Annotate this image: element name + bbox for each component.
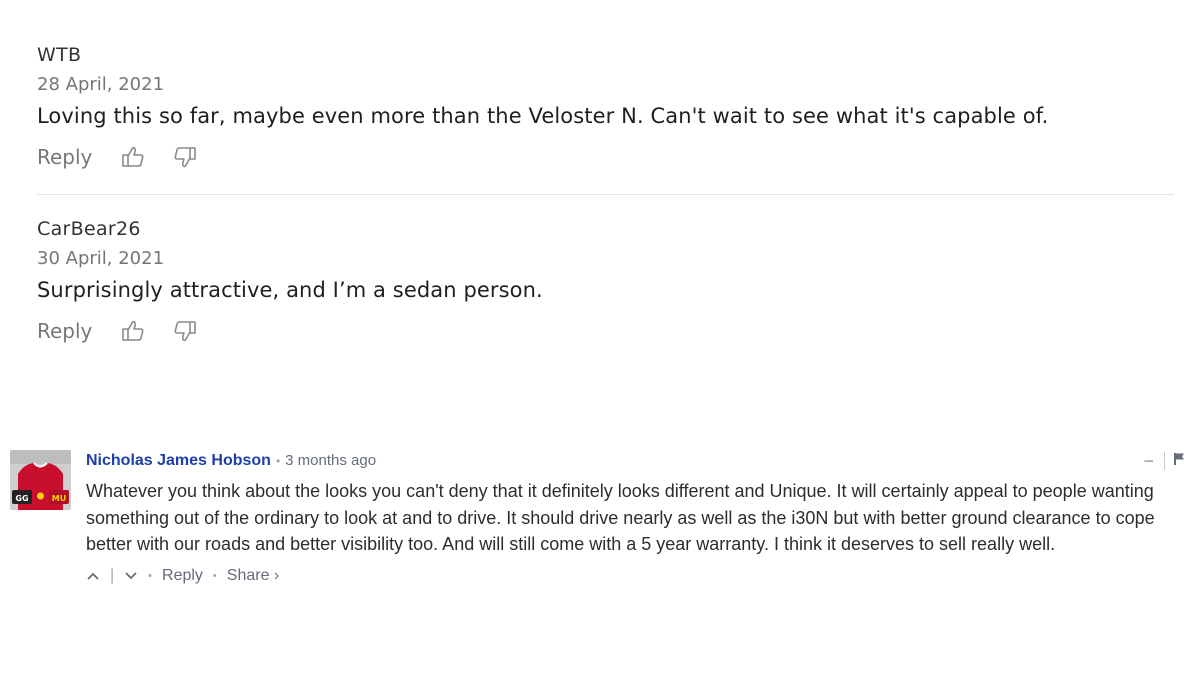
comment-divider (37, 194, 1174, 195)
comment-controls: − (1143, 450, 1185, 472)
collapse-button[interactable]: − (1143, 451, 1154, 472)
comment-content: Nicholas James Hobson • 3 months ago Wha… (86, 450, 1185, 585)
comment: WTB 28 April, 2021 Loving this so far, m… (37, 44, 1174, 172)
comment-author-link[interactable]: Nicholas James Hobson (86, 450, 271, 472)
share-link[interactable]: Share › (227, 567, 279, 585)
comment-actions: Reply (37, 142, 1174, 172)
comment-actions: Reply (37, 316, 1174, 346)
avatar[interactable]: GG MU (10, 450, 71, 510)
flag-icon[interactable] (1173, 452, 1185, 471)
reply-button[interactable]: Reply (37, 319, 92, 343)
footer-separator: • (212, 569, 217, 582)
comment-author: CarBear26 (37, 218, 141, 240)
controls-divider (1164, 452, 1165, 470)
comment-date: 28 April, 2021 (37, 74, 165, 95)
thumbs-down-icon[interactable] (172, 318, 198, 344)
comment-text: Loving this so far, maybe even more than… (37, 104, 1049, 128)
thumbs-up-icon[interactable] (120, 144, 146, 170)
reply-button[interactable]: Reply (37, 145, 92, 169)
avatar-text-left: GG (15, 494, 28, 503)
comment: CarBear26 30 April, 2021 Surprisingly at… (37, 218, 1174, 346)
thumbs-down-icon[interactable] (172, 144, 198, 170)
comment-meta: Nicholas James Hobson • 3 months ago (86, 450, 1185, 472)
thumbs-up-icon[interactable] (120, 318, 146, 344)
comment-time[interactable]: 3 months ago (285, 450, 376, 472)
comment-date: 30 April, 2021 (37, 248, 165, 269)
footer-separator: • (148, 569, 153, 582)
vote-divider: | (110, 566, 115, 584)
comment-text: Surprisingly attractive, and I’m a sedan… (37, 278, 543, 302)
comment-author: WTB (37, 44, 82, 66)
downvote-icon[interactable] (124, 571, 138, 581)
comment-footer: | • Reply • Share › (86, 567, 1185, 585)
avatar-text-right: MU (52, 494, 66, 503)
reply-link[interactable]: Reply (162, 567, 203, 585)
upvote-icon[interactable] (86, 571, 100, 581)
comment-text: Whatever you think about the looks you c… (86, 481, 1155, 554)
meta-separator: • (275, 454, 281, 468)
